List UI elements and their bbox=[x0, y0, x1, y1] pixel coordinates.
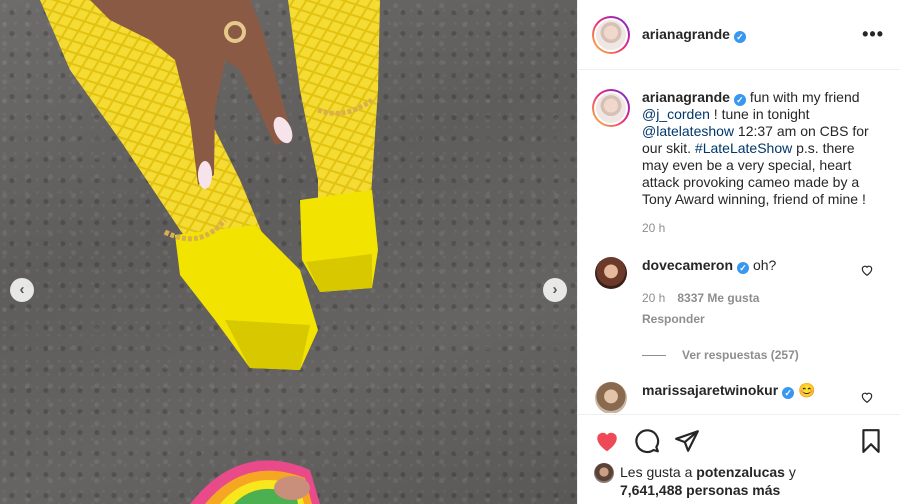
comment-item: dovecameron ✓ oh? 20 h 8337 Me gusta Resp… bbox=[578, 257, 900, 328]
verified-badge-icon: ✓ bbox=[733, 94, 746, 106]
previous-photo-button[interactable]: ‹ bbox=[10, 278, 34, 302]
liker-username[interactable]: potenzalucas bbox=[696, 464, 785, 480]
post-header: arianagrande ✓ ••• bbox=[578, 0, 900, 70]
caption-username[interactable]: arianagrande bbox=[642, 89, 730, 105]
comment-item: marissajaretwinokur ✓ 😊 bbox=[578, 382, 900, 413]
like-comment-heart-icon[interactable] bbox=[860, 390, 874, 404]
comments-section[interactable]: arianagrande ✓ fun with my friend @j_cord… bbox=[578, 71, 900, 413]
commenter-avatar[interactable] bbox=[595, 257, 627, 289]
comment-text: 😊 bbox=[798, 382, 816, 398]
view-replies-button[interactable]: Ver respuestas (257) bbox=[578, 348, 900, 362]
bookmark-icon[interactable] bbox=[858, 428, 884, 454]
comment-time: 20 h bbox=[642, 291, 666, 305]
post-details-panel: arianagrande ✓ ••• arianagrande ✓ fun with… bbox=[577, 0, 900, 504]
commenter-avatar[interactable] bbox=[595, 382, 627, 413]
more-options-icon[interactable]: ••• bbox=[862, 24, 884, 45]
reply-button[interactable]: Responder bbox=[642, 311, 884, 328]
mention-j-corden[interactable]: @j_corden bbox=[642, 106, 710, 122]
likes-count[interactable]: 7,641,488 personas más bbox=[620, 482, 780, 498]
commenter-username[interactable]: dovecameron bbox=[642, 257, 733, 273]
comment-likes[interactable]: 8337 Me gusta bbox=[677, 290, 759, 307]
hashtag-latelateshow[interactable]: #LateLateShow bbox=[695, 140, 792, 156]
verified-badge-icon: ✓ bbox=[733, 31, 746, 43]
liker-avatar[interactable] bbox=[594, 463, 614, 483]
post-image[interactable]: ‹ › bbox=[0, 0, 577, 504]
comment-text: oh? bbox=[752, 257, 777, 273]
author-username[interactable]: arianagrande ✓ bbox=[642, 26, 862, 43]
caption-author-avatar[interactable] bbox=[592, 89, 630, 127]
like-comment-heart-icon[interactable] bbox=[860, 263, 874, 277]
mention-latelateshow[interactable]: @latelateshow bbox=[642, 123, 734, 139]
share-icon[interactable] bbox=[674, 428, 700, 454]
likes-summary: Les gusta a potenzalucas y 7,641,488 per… bbox=[578, 455, 900, 499]
next-photo-button[interactable]: › bbox=[543, 278, 567, 302]
replies-divider bbox=[642, 354, 666, 356]
post-caption: arianagrande ✓ fun with my friend @j_cord… bbox=[578, 71, 900, 237]
post-photo-illustration bbox=[40, 0, 380, 504]
caption-timestamp: 20 h bbox=[642, 221, 666, 235]
heart-filled-icon[interactable] bbox=[594, 428, 620, 454]
post-actions-bar: Les gusta a potenzalucas y 7,641,488 per… bbox=[578, 414, 900, 504]
commenter-username[interactable]: marissajaretwinokur bbox=[642, 382, 778, 398]
comment-icon[interactable] bbox=[634, 428, 660, 454]
verified-badge-icon: ✓ bbox=[782, 387, 795, 399]
verified-badge-icon: ✓ bbox=[737, 262, 750, 274]
author-avatar[interactable] bbox=[592, 15, 630, 54]
caption-text: arianagrande ✓ fun with my friend @j_cord… bbox=[642, 89, 869, 235]
